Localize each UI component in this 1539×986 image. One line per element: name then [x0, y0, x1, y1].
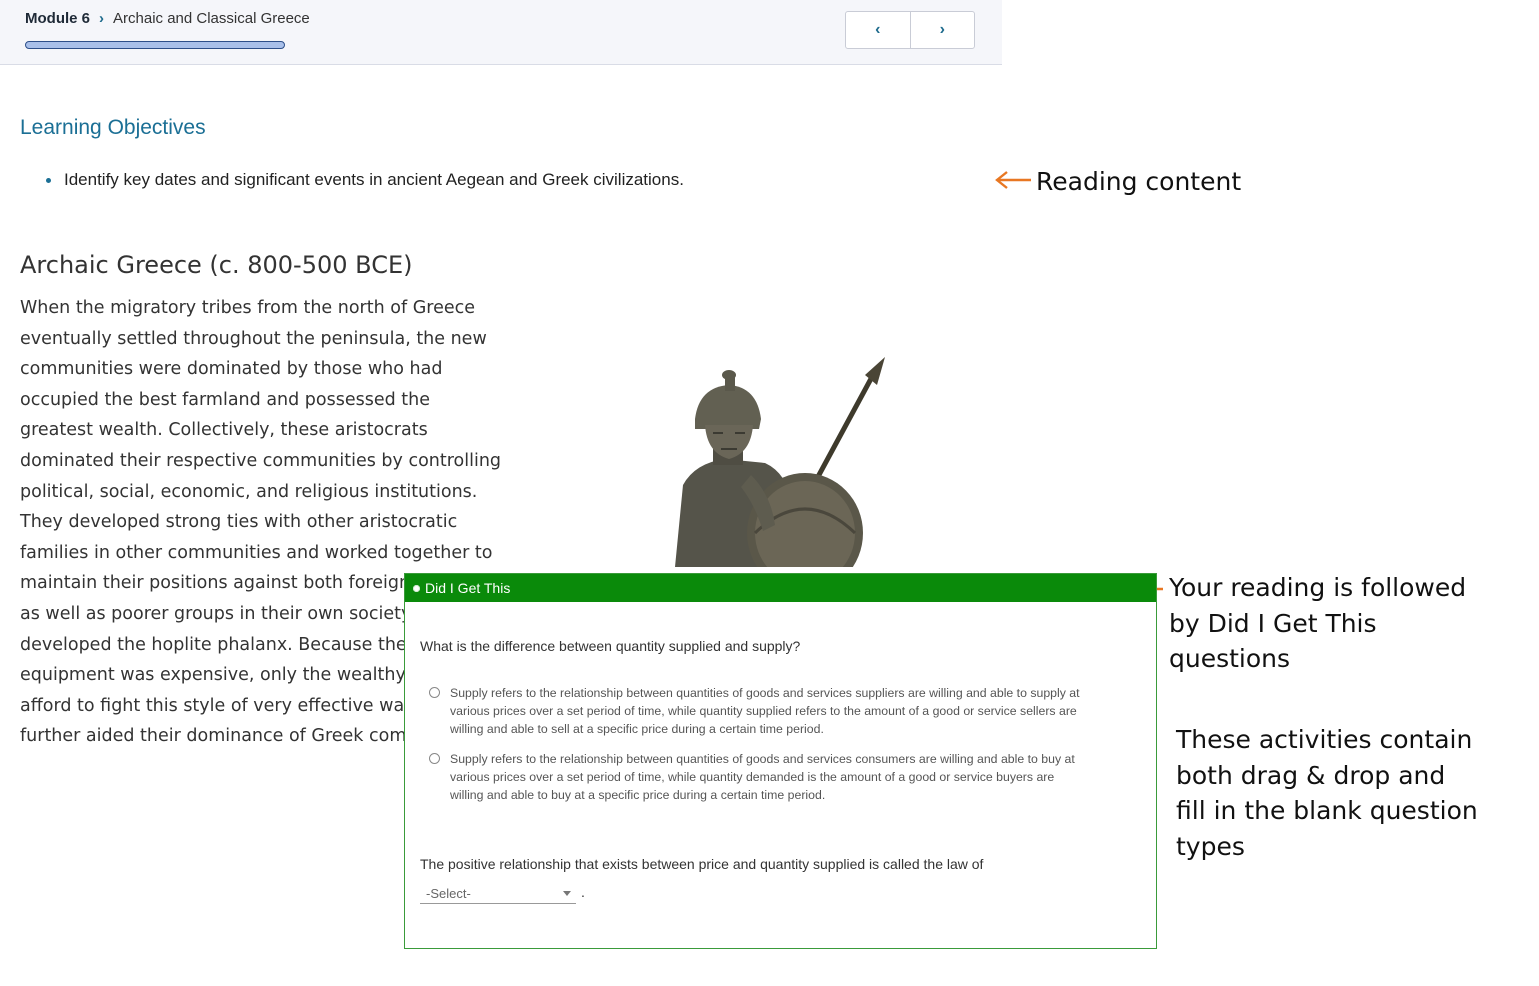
- option-line: Supply refers to the relationship betwee…: [450, 686, 1080, 700]
- option-line: various prices over a set period of time…: [450, 770, 1055, 784]
- radio-button[interactable]: [429, 753, 440, 764]
- body-line: When the migratory tribes from the north…: [20, 298, 475, 318]
- fill-in-blank-select[interactable]: -Select-: [420, 884, 576, 904]
- module-header: Module 6 › Archaic and Classical Greece …: [0, 0, 1002, 65]
- previous-page-button[interactable]: ‹: [846, 12, 910, 48]
- annotation-line: types: [1176, 831, 1245, 861]
- option-line: Supply refers to the relationship betwee…: [450, 752, 1075, 766]
- radio-button[interactable]: [429, 687, 440, 698]
- bullet-icon: [413, 584, 420, 592]
- caret-down-icon: [563, 891, 571, 896]
- learning-objectives-heading: Learning Objectives: [20, 116, 206, 139]
- select-placeholder: -Select-: [426, 886, 471, 901]
- annotation-line: Your reading is followed: [1169, 573, 1467, 602]
- hoplite-statue-image: [675, 357, 885, 567]
- body-line: communities were dominated by those who …: [20, 359, 443, 380]
- answer-option-text: Supply refers to the relationship betwee…: [450, 684, 1080, 738]
- annotation-activity-types: These activities contain both drag & dro…: [1176, 722, 1478, 864]
- did-i-get-this-title: Did I Get This: [425, 580, 511, 596]
- sentence-period: .: [581, 884, 585, 900]
- answer-option-1[interactable]: Supply refers to the relationship betwee…: [429, 684, 1129, 738]
- annotation-reading-content: Reading content: [1036, 167, 1242, 196]
- chevron-left-icon: ‹: [875, 21, 881, 38]
- body-line: occupied the best farmland and possessed…: [20, 389, 431, 410]
- annotation-line: both drag & drop and: [1176, 760, 1446, 790]
- chevron-right-icon: ›: [99, 10, 105, 27]
- annotation-line: questions: [1169, 644, 1291, 673]
- question-1-text: What is the difference between quantity …: [420, 638, 801, 654]
- did-i-get-this-panel: Did I Get This What is the difference be…: [404, 573, 1157, 949]
- body-line: political, social, economic, and religio…: [20, 481, 478, 502]
- question-2-text: The positive relationship that exists be…: [420, 856, 984, 872]
- answer-option-text: Supply refers to the relationship betwee…: [450, 750, 1075, 804]
- chevron-right-icon: ›: [939, 21, 945, 38]
- body-line: dominated their respective communities b…: [20, 450, 502, 471]
- section-title: Archaic Greece (c. 800-500 BCE): [20, 251, 413, 279]
- learning-objectives-list: Identify key dates and significant event…: [20, 170, 684, 190]
- breadcrumb: Module 6 › Archaic and Classical Greece: [25, 10, 310, 27]
- page-nav: ‹ ›: [845, 11, 975, 49]
- annotation-did-i-get-this: Your reading is followed by Did I Get Th…: [1169, 570, 1466, 677]
- option-line: willing and able to sell at a specific p…: [450, 722, 824, 736]
- module-progress-bar: [25, 41, 285, 49]
- option-line: various prices over a set period of time…: [450, 704, 1077, 718]
- annotation-line: by Did I Get This: [1169, 608, 1377, 638]
- annotation-line: fill in the blank question: [1176, 796, 1478, 825]
- body-line: eventually settled throughout the penins…: [20, 328, 487, 349]
- objective-item: Identify key dates and significant event…: [20, 170, 684, 190]
- annotation-line: These activities contain: [1176, 725, 1473, 754]
- breadcrumb-page-title: Archaic and Classical Greece: [113, 10, 310, 27]
- answer-option-2[interactable]: Supply refers to the relationship betwee…: [429, 750, 1129, 804]
- body-line: greatest wealth. Collectively, these ari…: [20, 420, 428, 441]
- breadcrumb-module[interactable]: Module 6: [25, 10, 90, 27]
- body-line: families in other communities and worked…: [20, 542, 493, 563]
- option-line: willing and able to buy at a specific pr…: [450, 788, 826, 802]
- next-page-button[interactable]: ›: [909, 12, 975, 48]
- did-i-get-this-header: Did I Get This: [405, 574, 1156, 602]
- orange-arrow-left-icon: [995, 171, 1031, 189]
- body-line: They developed strong ties with other ar…: [20, 512, 458, 533]
